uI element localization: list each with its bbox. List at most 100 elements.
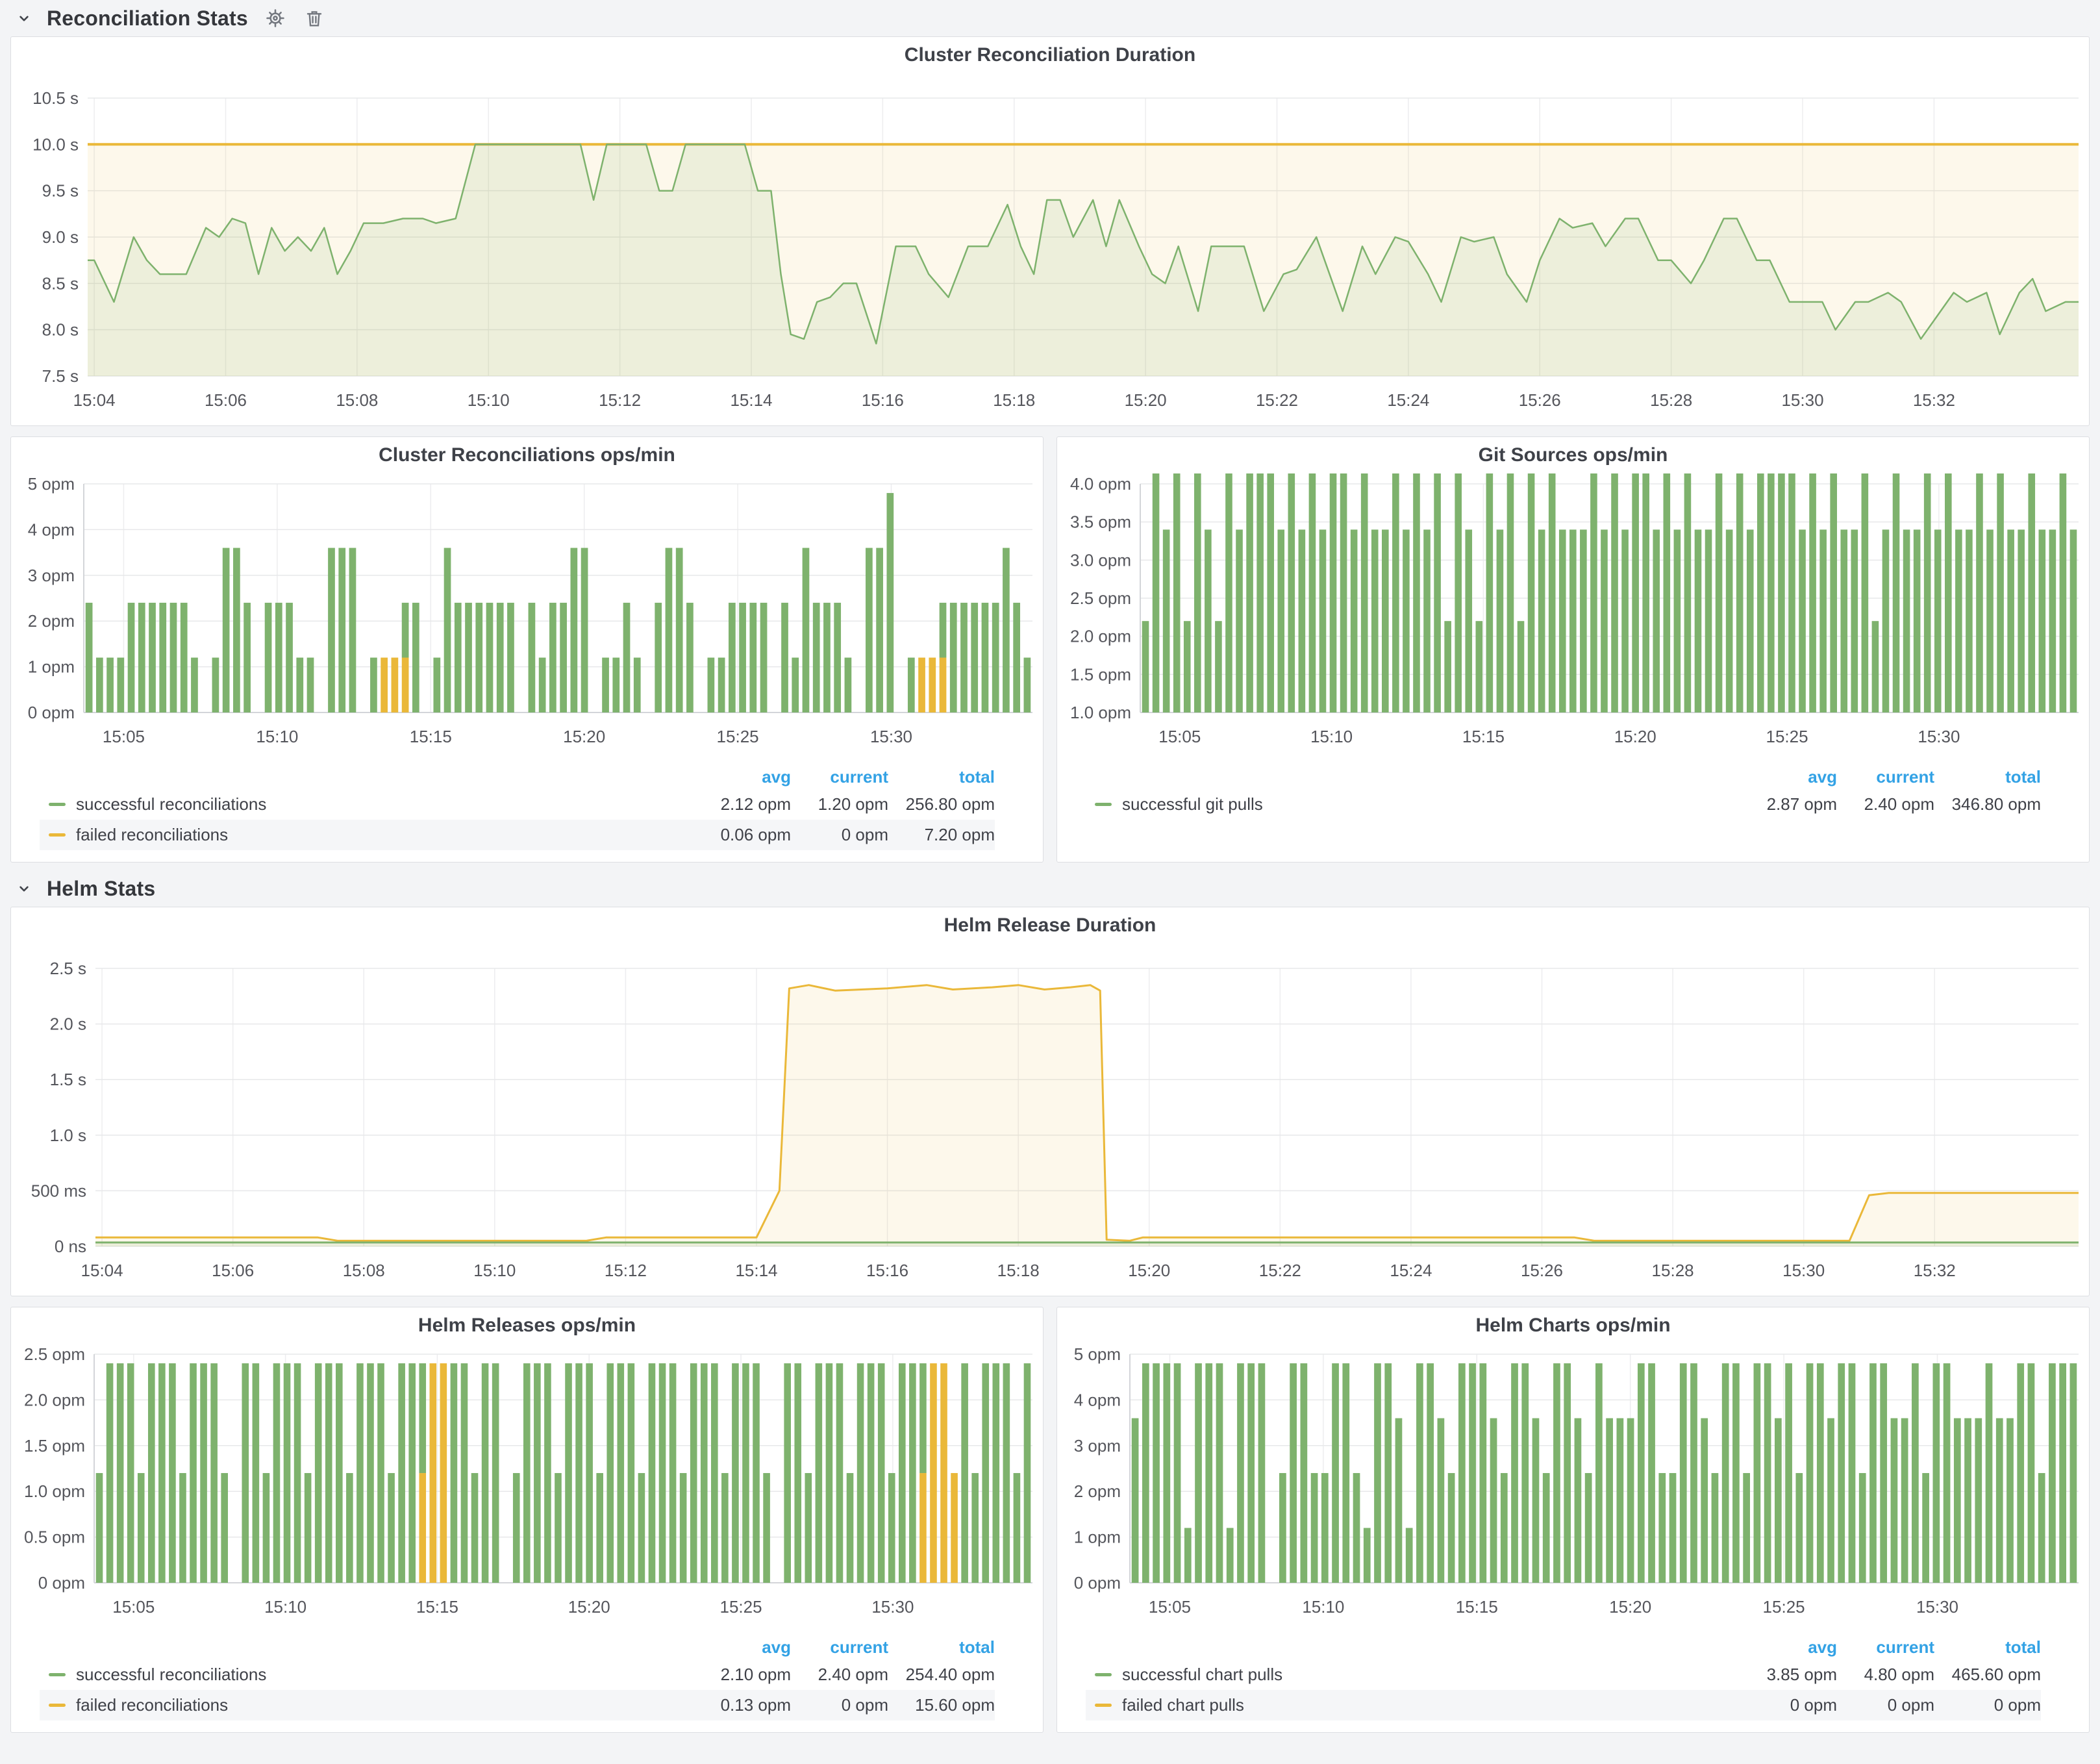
panel-title[interactable]: Git Sources ops/min xyxy=(1057,437,2089,473)
legend-header-total[interactable]: total xyxy=(1934,767,2041,787)
legend-label[interactable]: successful reconciliations xyxy=(76,794,694,814)
panel-title[interactable]: Helm Charts ops/min xyxy=(1057,1307,2089,1344)
panel-helm-releases-ops: Helm Releases ops/min 15:0515:1015:1515:… xyxy=(10,1307,1044,1733)
legend-total-value: 256.80 opm xyxy=(888,794,995,814)
legend-header-current[interactable]: current xyxy=(791,767,888,787)
svg-text:4 opm: 4 opm xyxy=(28,520,75,539)
legend-label[interactable]: successful git pulls xyxy=(1122,794,1740,814)
panel-title[interactable]: Helm Release Duration xyxy=(11,907,2089,944)
cluster-reconciliations-ops-chart[interactable]: 15:0515:1015:1515:2015:2515:300 opm1 opm… xyxy=(11,473,1043,763)
legend-label[interactable]: failed reconciliations xyxy=(76,1695,694,1715)
legend-header-avg[interactable]: avg xyxy=(1740,767,1837,787)
legend-total-value: 465.60 opm xyxy=(1934,1665,2041,1685)
legend-avg-value: 0.13 opm xyxy=(694,1695,791,1715)
svg-text:15:30: 15:30 xyxy=(1782,1261,1825,1280)
legend-header-current[interactable]: current xyxy=(1837,1637,1934,1657)
svg-text:15:14: 15:14 xyxy=(735,1261,777,1280)
legend-total-value: 254.40 opm xyxy=(888,1665,995,1685)
legend-avg-value: 2.87 opm xyxy=(1740,794,1837,814)
svg-text:15:16: 15:16 xyxy=(866,1261,908,1280)
section-title[interactable]: Reconciliation Stats xyxy=(47,6,248,31)
chevron-down-icon[interactable] xyxy=(16,8,35,28)
svg-text:15:10: 15:10 xyxy=(473,1261,516,1280)
svg-text:15:05: 15:05 xyxy=(112,1597,155,1617)
legend-header-row: avg current total xyxy=(40,764,995,789)
svg-text:5 opm: 5 opm xyxy=(1074,1344,1121,1364)
svg-text:0.5 opm: 0.5 opm xyxy=(24,1528,85,1547)
svg-text:1 opm: 1 opm xyxy=(28,657,75,677)
svg-text:15:28: 15:28 xyxy=(1652,1261,1694,1280)
legend-header-total[interactable]: total xyxy=(1934,1637,2041,1657)
panel-git-sources-ops: Git Sources ops/min 15:0515:1015:1515:20… xyxy=(1056,436,2090,863)
legend-label[interactable]: successful chart pulls xyxy=(1122,1665,1740,1685)
panel-helm-release-duration: Helm Release Duration 15:0415:0615:0815:… xyxy=(10,907,2090,1296)
svg-text:15:22: 15:22 xyxy=(1256,390,1298,410)
svg-text:0 ns: 0 ns xyxy=(55,1237,86,1256)
trash-icon[interactable] xyxy=(303,6,326,30)
svg-text:0 opm: 0 opm xyxy=(28,703,75,722)
legend-header-avg[interactable]: avg xyxy=(694,767,791,787)
panel-cluster-reconciliations-ops: Cluster Reconciliations ops/min 15:0515:… xyxy=(10,436,1044,863)
helm-release-duration-chart[interactable]: 15:0415:0615:0815:1015:1215:1415:1615:18… xyxy=(11,944,2089,1294)
svg-text:3.5 opm: 3.5 opm xyxy=(1070,512,1131,532)
panel-title[interactable]: Helm Releases ops/min xyxy=(11,1307,1043,1344)
svg-text:15:32: 15:32 xyxy=(1914,1261,1956,1280)
section-header-reconciliation-stats[interactable]: Reconciliation Stats xyxy=(10,0,2090,36)
svg-text:2.0 s: 2.0 s xyxy=(50,1014,86,1034)
svg-text:4 opm: 4 opm xyxy=(1074,1390,1121,1409)
svg-text:15:10: 15:10 xyxy=(256,727,298,746)
panel-title[interactable]: Cluster Reconciliation Duration xyxy=(11,37,2089,73)
legend-header-avg[interactable]: avg xyxy=(1740,1637,1837,1657)
panel-title[interactable]: Cluster Reconciliations ops/min xyxy=(11,437,1043,473)
svg-text:1.5 opm: 1.5 opm xyxy=(24,1436,85,1455)
svg-text:15:20: 15:20 xyxy=(1614,727,1656,746)
legend-current-value: 2.40 opm xyxy=(1837,794,1934,814)
legend-row: successful git pulls 2.87 opm 2.40 opm 3… xyxy=(1086,789,2041,820)
series-dash-yellow-icon xyxy=(49,833,66,837)
helm-charts-ops-chart[interactable]: 15:0515:1015:1515:2015:2515:300 opm1 opm… xyxy=(1057,1344,2089,1633)
legend-total-value: 0 opm xyxy=(1934,1695,2041,1715)
svg-text:15:26: 15:26 xyxy=(1521,1261,1563,1280)
svg-text:9.0 s: 9.0 s xyxy=(42,227,79,247)
series-dash-green-icon xyxy=(1095,1673,1112,1676)
legend-header-row: avg current total xyxy=(40,1635,995,1659)
svg-text:15:32: 15:32 xyxy=(1913,390,1955,410)
legend-header-current[interactable]: current xyxy=(1837,767,1934,787)
legend-total-value: 7.20 opm xyxy=(888,825,995,845)
svg-text:15:10: 15:10 xyxy=(1310,727,1353,746)
svg-text:15:28: 15:28 xyxy=(1650,390,1692,410)
gear-icon[interactable] xyxy=(264,6,287,30)
svg-text:15:15: 15:15 xyxy=(410,727,452,746)
legend: avg current total successful reconciliat… xyxy=(11,1633,1043,1720)
svg-text:15:30: 15:30 xyxy=(1916,1597,1958,1617)
svg-text:15:30: 15:30 xyxy=(1918,727,1960,746)
svg-text:1.5 s: 1.5 s xyxy=(50,1070,86,1089)
svg-text:8.5 s: 8.5 s xyxy=(42,273,79,293)
svg-text:3 opm: 3 opm xyxy=(28,566,75,585)
svg-text:15:10: 15:10 xyxy=(1302,1597,1344,1617)
legend-label[interactable]: failed reconciliations xyxy=(76,825,694,845)
svg-text:15:30: 15:30 xyxy=(870,727,912,746)
svg-text:15:18: 15:18 xyxy=(997,1261,1040,1280)
legend-label[interactable]: successful reconciliations xyxy=(76,1665,694,1685)
svg-text:3.0 opm: 3.0 opm xyxy=(1070,550,1131,570)
svg-text:15:25: 15:25 xyxy=(717,727,759,746)
svg-text:15:05: 15:05 xyxy=(1158,727,1201,746)
svg-text:2 opm: 2 opm xyxy=(28,611,75,631)
legend-header-avg[interactable]: avg xyxy=(694,1637,791,1657)
legend-header-current[interactable]: current xyxy=(791,1637,888,1657)
series-dash-green-icon xyxy=(49,803,66,806)
legend-header-row: avg current total xyxy=(1086,764,2041,789)
legend-current-value: 0 opm xyxy=(791,825,888,845)
section-header-helm-stats[interactable]: Helm Stats xyxy=(10,870,2090,907)
legend-header-total[interactable]: total xyxy=(888,767,995,787)
cluster-reconciliation-duration-chart[interactable]: 15:0415:0615:0815:1015:1215:1415:1615:18… xyxy=(11,73,2089,424)
helm-releases-ops-chart[interactable]: 15:0515:1015:1515:2015:2515:300 opm0.5 o… xyxy=(11,1344,1043,1633)
legend-header-total[interactable]: total xyxy=(888,1637,995,1657)
section-title[interactable]: Helm Stats xyxy=(47,877,155,901)
git-sources-ops-chart[interactable]: 15:0515:1015:1515:2015:2515:301.0 opm1.5… xyxy=(1057,473,2089,763)
chevron-down-icon[interactable] xyxy=(16,879,35,898)
svg-text:15:20: 15:20 xyxy=(1128,1261,1170,1280)
legend-label[interactable]: failed chart pulls xyxy=(1122,1695,1740,1715)
series-dash-yellow-icon xyxy=(1095,1704,1112,1707)
